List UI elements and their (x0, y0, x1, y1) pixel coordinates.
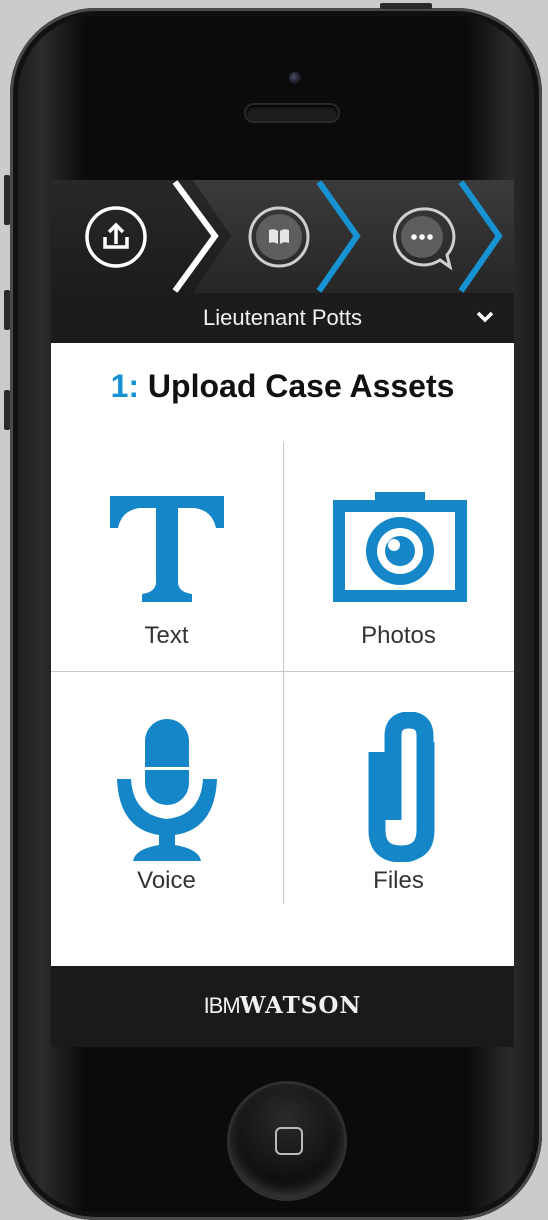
page-title: 1: Upload Case Assets (51, 368, 514, 405)
step-number: 1: (110, 368, 140, 404)
chevron-down-icon[interactable] (475, 309, 495, 325)
step-title: Upload Case Assets (147, 368, 455, 404)
earpiece-speaker (246, 105, 338, 121)
home-button[interactable] (230, 1084, 344, 1198)
app-screen: Lieutenant Potts 1: Upload Case Assets T… (51, 180, 514, 1047)
chat-icon (393, 207, 456, 271)
paperclip-icon (368, 712, 435, 862)
camera-icon (333, 492, 467, 602)
asset-tile-photos[interactable]: Photos (283, 442, 514, 672)
asset-tile-text[interactable]: Text (51, 442, 282, 672)
home-square-icon (275, 1127, 303, 1155)
asset-tile-voice[interactable]: Voice (51, 672, 282, 902)
tile-label-photos: Photos (361, 622, 436, 649)
text-icon (110, 496, 224, 602)
asset-tile-files[interactable]: Files (283, 672, 514, 902)
step-review[interactable] (247, 205, 311, 269)
brand-name: WATSON (239, 992, 362, 1019)
volume-up-button (4, 290, 10, 330)
power-button (380, 3, 432, 9)
brand-prefix: IBM (203, 993, 241, 1018)
footer-bar: IBMWATSON (51, 966, 514, 1047)
step-discuss[interactable] (388, 205, 456, 273)
front-camera (289, 72, 301, 84)
step-progress-bar (51, 180, 514, 293)
microphone-icon (117, 719, 217, 861)
volume-down-button (4, 390, 10, 430)
book-icon (248, 206, 310, 268)
ibm-watson-logo: IBMWATSON (51, 992, 514, 1019)
tile-label-text: Text (144, 622, 189, 649)
user-selector[interactable]: Lieutenant Potts (51, 293, 514, 343)
mute-switch (4, 175, 10, 225)
upload-icon (85, 206, 147, 268)
step-upload[interactable] (84, 205, 148, 269)
tile-label-files: Files (373, 867, 424, 894)
tile-label-voice: Voice (137, 867, 196, 894)
user-name: Lieutenant Potts (202, 305, 362, 330)
